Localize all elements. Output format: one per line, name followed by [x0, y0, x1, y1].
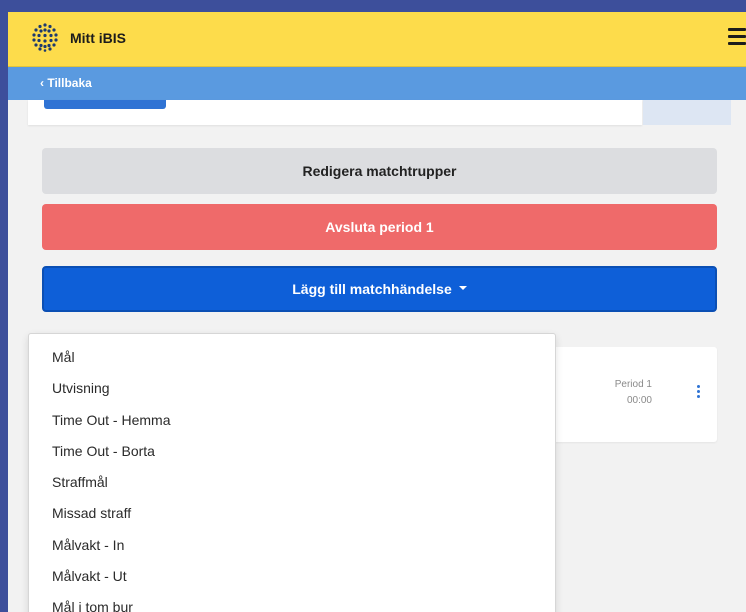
end-period-button[interactable]: Avsluta period 1	[42, 204, 717, 250]
match-info-button[interactable]	[44, 100, 166, 109]
dropdown-item-penalty[interactable]: Utvisning	[29, 373, 555, 404]
hamburger-icon[interactable]	[728, 28, 746, 48]
match-info-card	[28, 100, 642, 125]
more-options-icon[interactable]	[695, 385, 701, 401]
event-time: 00:00	[626, 395, 652, 406]
edit-squads-button[interactable]: Redigera matchtrupper	[42, 148, 717, 194]
side-panel	[643, 100, 731, 125]
event-period-info: Period 1 00:00	[615, 377, 652, 409]
add-event-dropdown-button[interactable]: Lägg till matchhändelse	[42, 266, 717, 312]
dropdown-item-timeout-away[interactable]: Time Out - Borta	[29, 436, 555, 467]
add-event-label: Lägg till matchhändelse	[292, 281, 452, 297]
dropdown-item-goalkeeper-out[interactable]: Målvakt - Ut	[29, 561, 555, 592]
ibis-logo-icon[interactable]	[30, 22, 60, 52]
dropdown-item-goal[interactable]: Mål	[29, 342, 555, 373]
dropdown-item-empty-net-goal[interactable]: Mål i tom bur	[29, 592, 555, 612]
app-frame: Mitt iBIS ‹ Tillbaka Redigera matchtrupp…	[8, 12, 746, 612]
sub-navbar: ‹ Tillbaka	[8, 67, 746, 100]
dropdown-item-timeout-home[interactable]: Time Out - Hemma	[29, 405, 555, 436]
event-type-dropdown-menu: Mål Utvisning Time Out - Hemma Time Out …	[28, 333, 556, 612]
back-link[interactable]: ‹ Tillbaka	[40, 76, 92, 90]
dropdown-item-missed-penalty[interactable]: Missad straff	[29, 498, 555, 529]
dropdown-item-goalkeeper-in[interactable]: Målvakt - In	[29, 530, 555, 561]
top-navbar: Mitt iBIS	[8, 12, 746, 67]
caret-down-icon	[458, 286, 467, 290]
end-period-label: Avsluta period 1	[325, 219, 434, 235]
dropdown-item-penalty-goal[interactable]: Straffmål	[29, 467, 555, 498]
event-period: Period 1	[614, 379, 652, 390]
app-title: Mitt iBIS	[70, 30, 126, 46]
edit-squads-label: Redigera matchtrupper	[302, 163, 457, 179]
